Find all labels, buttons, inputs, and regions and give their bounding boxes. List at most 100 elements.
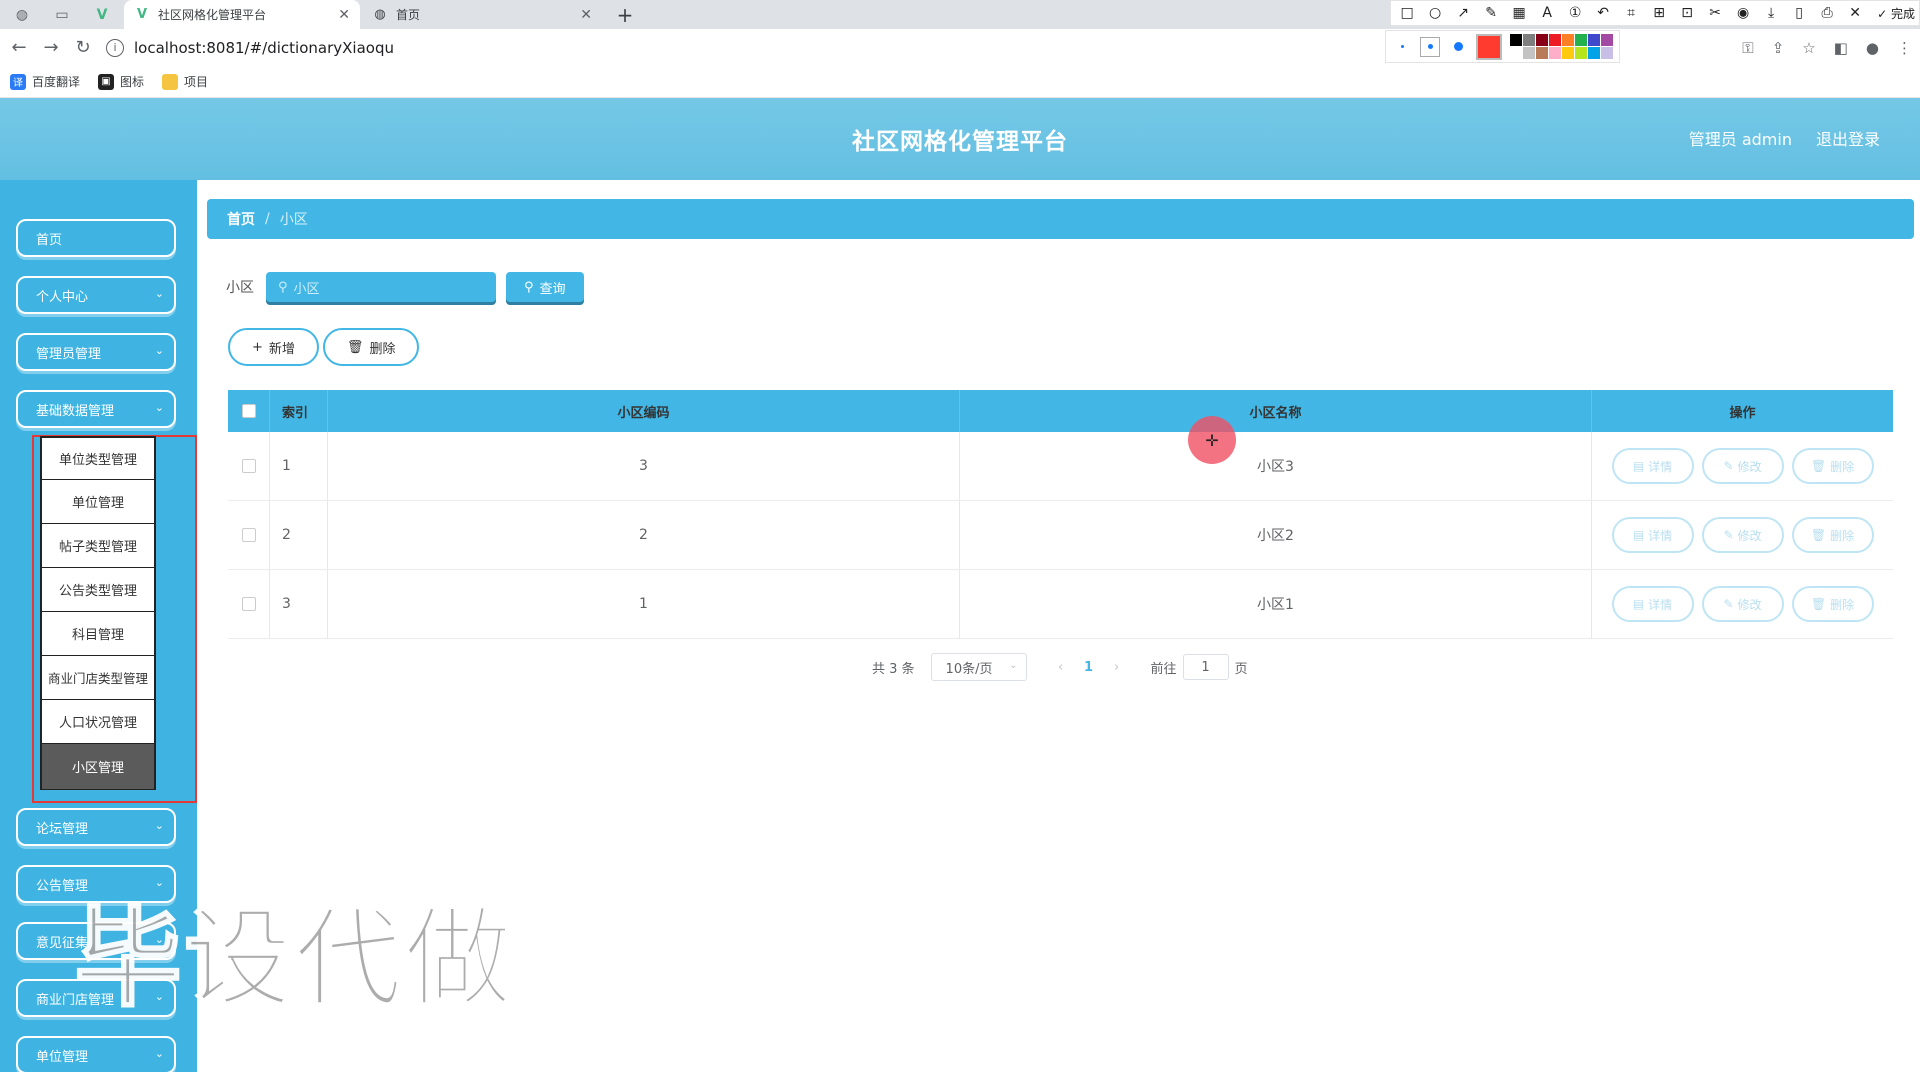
- sidebar-item-home[interactable]: 首页: [16, 219, 176, 257]
- pinned-tab-vue[interactable]: V: [82, 0, 122, 29]
- page-size-select[interactable]: 10条/页 ⌄: [930, 653, 1027, 681]
- browser-tab-active[interactable]: V 社区网格化管理平台 ✕: [124, 0, 360, 29]
- crop-icon[interactable]: ⌗: [1619, 5, 1643, 21]
- edit-button[interactable]: ✎ 修改: [1701, 448, 1784, 484]
- search-input[interactable]: ⚲ 小区: [266, 272, 496, 302]
- bookmark-icon[interactable]: ⎙: [1815, 5, 1839, 21]
- submenu-item-subject[interactable]: 科目管理: [40, 612, 156, 656]
- color-swatch[interactable]: [1523, 47, 1535, 59]
- row-checkbox[interactable]: [241, 459, 256, 473]
- color-swatch[interactable]: [1523, 34, 1535, 46]
- submenu-item-unit-type[interactable]: 单位类型管理: [40, 436, 156, 480]
- color-swatch[interactable]: [1588, 47, 1600, 59]
- dot-medium-icon[interactable]: [1420, 36, 1440, 57]
- more-icon[interactable]: ⋮: [1897, 39, 1912, 57]
- record-icon[interactable]: ◉: [1731, 5, 1755, 21]
- translate-icon[interactable]: ⊞: [1647, 5, 1671, 21]
- next-page-button[interactable]: ›: [1103, 660, 1131, 675]
- key-icon[interactable]: ⚿: [1742, 39, 1753, 57]
- sidebar-item-basic-data[interactable]: 基础数据管理 ⌄: [16, 390, 176, 428]
- url-field[interactable]: i localhost:8081/#/dictionaryXiaoqu: [106, 33, 1386, 62]
- sidepanel-icon[interactable]: ◧: [1834, 39, 1848, 57]
- star-icon[interactable]: ☆: [1802, 39, 1815, 57]
- arrow-icon[interactable]: ↗: [1451, 5, 1475, 21]
- color-swatch[interactable]: [1510, 34, 1522, 46]
- logout-link[interactable]: 退出登录: [1816, 126, 1880, 150]
- detail-button[interactable]: ▤ 详情: [1611, 448, 1694, 484]
- done-button[interactable]: ✓ 完成: [1871, 5, 1915, 22]
- sidebar-item-forum[interactable]: 论坛管理 ⌄: [16, 808, 176, 846]
- bookmark-icons[interactable]: ▣ 图标: [98, 73, 144, 90]
- color-swatch[interactable]: [1549, 47, 1561, 59]
- query-button[interactable]: ⚲ 查询: [506, 272, 584, 302]
- color-swatch[interactable]: [1549, 34, 1561, 46]
- page-number[interactable]: 1: [1075, 660, 1103, 675]
- color-swatch[interactable]: [1510, 47, 1522, 59]
- close-icon[interactable]: ✕: [338, 7, 350, 23]
- mosaic-icon[interactable]: ▦: [1507, 5, 1531, 21]
- reload-button[interactable]: ↻: [68, 29, 98, 66]
- delete-button[interactable]: 🗑 删除: [1791, 586, 1874, 622]
- color-swatch[interactable]: [1601, 47, 1613, 59]
- color-swatch[interactable]: [1562, 34, 1574, 46]
- bookmark-label: 项目: [184, 75, 209, 89]
- color-swatch[interactable]: [1536, 47, 1548, 59]
- row-checkbox[interactable]: [241, 528, 256, 542]
- edit-button[interactable]: ✎ 修改: [1701, 517, 1784, 553]
- current-color-swatch[interactable]: [1476, 33, 1502, 60]
- color-swatch[interactable]: [1575, 47, 1587, 59]
- pinned-tab-blank[interactable]: ▭: [42, 0, 82, 29]
- back-button[interactable]: ←: [4, 29, 34, 66]
- submenu-item-population[interactable]: 人口状况管理: [40, 700, 156, 744]
- share-icon[interactable]: ⇪: [1772, 39, 1785, 57]
- ocr-icon[interactable]: ⊡: [1675, 5, 1699, 21]
- color-swatch[interactable]: [1575, 34, 1587, 46]
- profile-avatar-icon[interactable]: ●: [1866, 39, 1879, 57]
- add-button[interactable]: + 新增: [228, 328, 319, 366]
- detail-button[interactable]: ▤ 详情: [1611, 586, 1694, 622]
- pin-icon[interactable]: ✂: [1703, 5, 1727, 21]
- submenu-item-post-type[interactable]: 帖子类型管理: [40, 524, 156, 568]
- bookmark-project[interactable]: 项目: [162, 73, 208, 90]
- dot-large-icon[interactable]: [1448, 37, 1468, 57]
- color-swatch[interactable]: [1588, 34, 1600, 46]
- rectangle-icon[interactable]: □: [1395, 5, 1419, 21]
- dot-small-icon[interactable]: [1392, 37, 1412, 57]
- bookmark-baidu-translate[interactable]: 译 百度翻译: [10, 73, 80, 90]
- prev-page-button[interactable]: ‹: [1047, 660, 1075, 675]
- browser-tab-home[interactable]: ◍ 首页 ✕: [362, 0, 602, 29]
- new-tab-button[interactable]: +: [612, 0, 638, 29]
- delete-button[interactable]: 🗑 删除: [1791, 448, 1874, 484]
- row-checkbox[interactable]: [241, 597, 256, 611]
- color-swatch[interactable]: [1536, 34, 1548, 46]
- close-icon[interactable]: ✕: [1843, 5, 1867, 21]
- submenu-item-store-type[interactable]: 商业门店类型管理: [40, 656, 156, 700]
- pinned-tab-globe[interactable]: ◍: [2, 0, 42, 29]
- edit-button[interactable]: ✎ 修改: [1701, 586, 1784, 622]
- sidebar-item-admin[interactable]: 管理员管理 ⌄: [16, 333, 176, 371]
- goto-page-input[interactable]: 1: [1182, 654, 1229, 680]
- sidebar-item-unit-mgmt[interactable]: 单位管理 ⌄: [16, 1036, 176, 1072]
- text-icon[interactable]: A: [1535, 5, 1559, 21]
- info-icon[interactable]: i: [106, 38, 124, 57]
- phone-icon[interactable]: ▯: [1787, 5, 1811, 21]
- submenu-item-community[interactable]: 小区管理: [40, 744, 156, 790]
- color-swatch[interactable]: [1562, 47, 1574, 59]
- breadcrumb-home[interactable]: 首页: [227, 209, 255, 229]
- submenu-item-notice-type[interactable]: 公告类型管理: [40, 568, 156, 612]
- batch-delete-button[interactable]: 🗑 删除: [322, 328, 420, 366]
- color-swatch[interactable]: [1601, 34, 1613, 46]
- select-all-checkbox[interactable]: [241, 404, 256, 418]
- download-icon[interactable]: ⤓: [1759, 5, 1783, 21]
- color-swatch-grid[interactable]: [1510, 34, 1613, 59]
- sidebar-item-profile[interactable]: 个人中心 ⌄: [16, 276, 176, 314]
- delete-button[interactable]: 🗑 删除: [1791, 517, 1874, 553]
- forward-button[interactable]: →: [36, 29, 66, 66]
- number-icon[interactable]: ①: [1563, 5, 1587, 21]
- submenu-item-unit[interactable]: 单位管理: [40, 480, 156, 524]
- pencil-icon[interactable]: ✎: [1479, 5, 1503, 21]
- detail-button[interactable]: ▤ 详情: [1611, 517, 1694, 553]
- close-icon[interactable]: ✕: [580, 7, 592, 23]
- circle-icon[interactable]: ○: [1423, 5, 1447, 21]
- undo-icon[interactable]: ↶: [1591, 5, 1615, 21]
